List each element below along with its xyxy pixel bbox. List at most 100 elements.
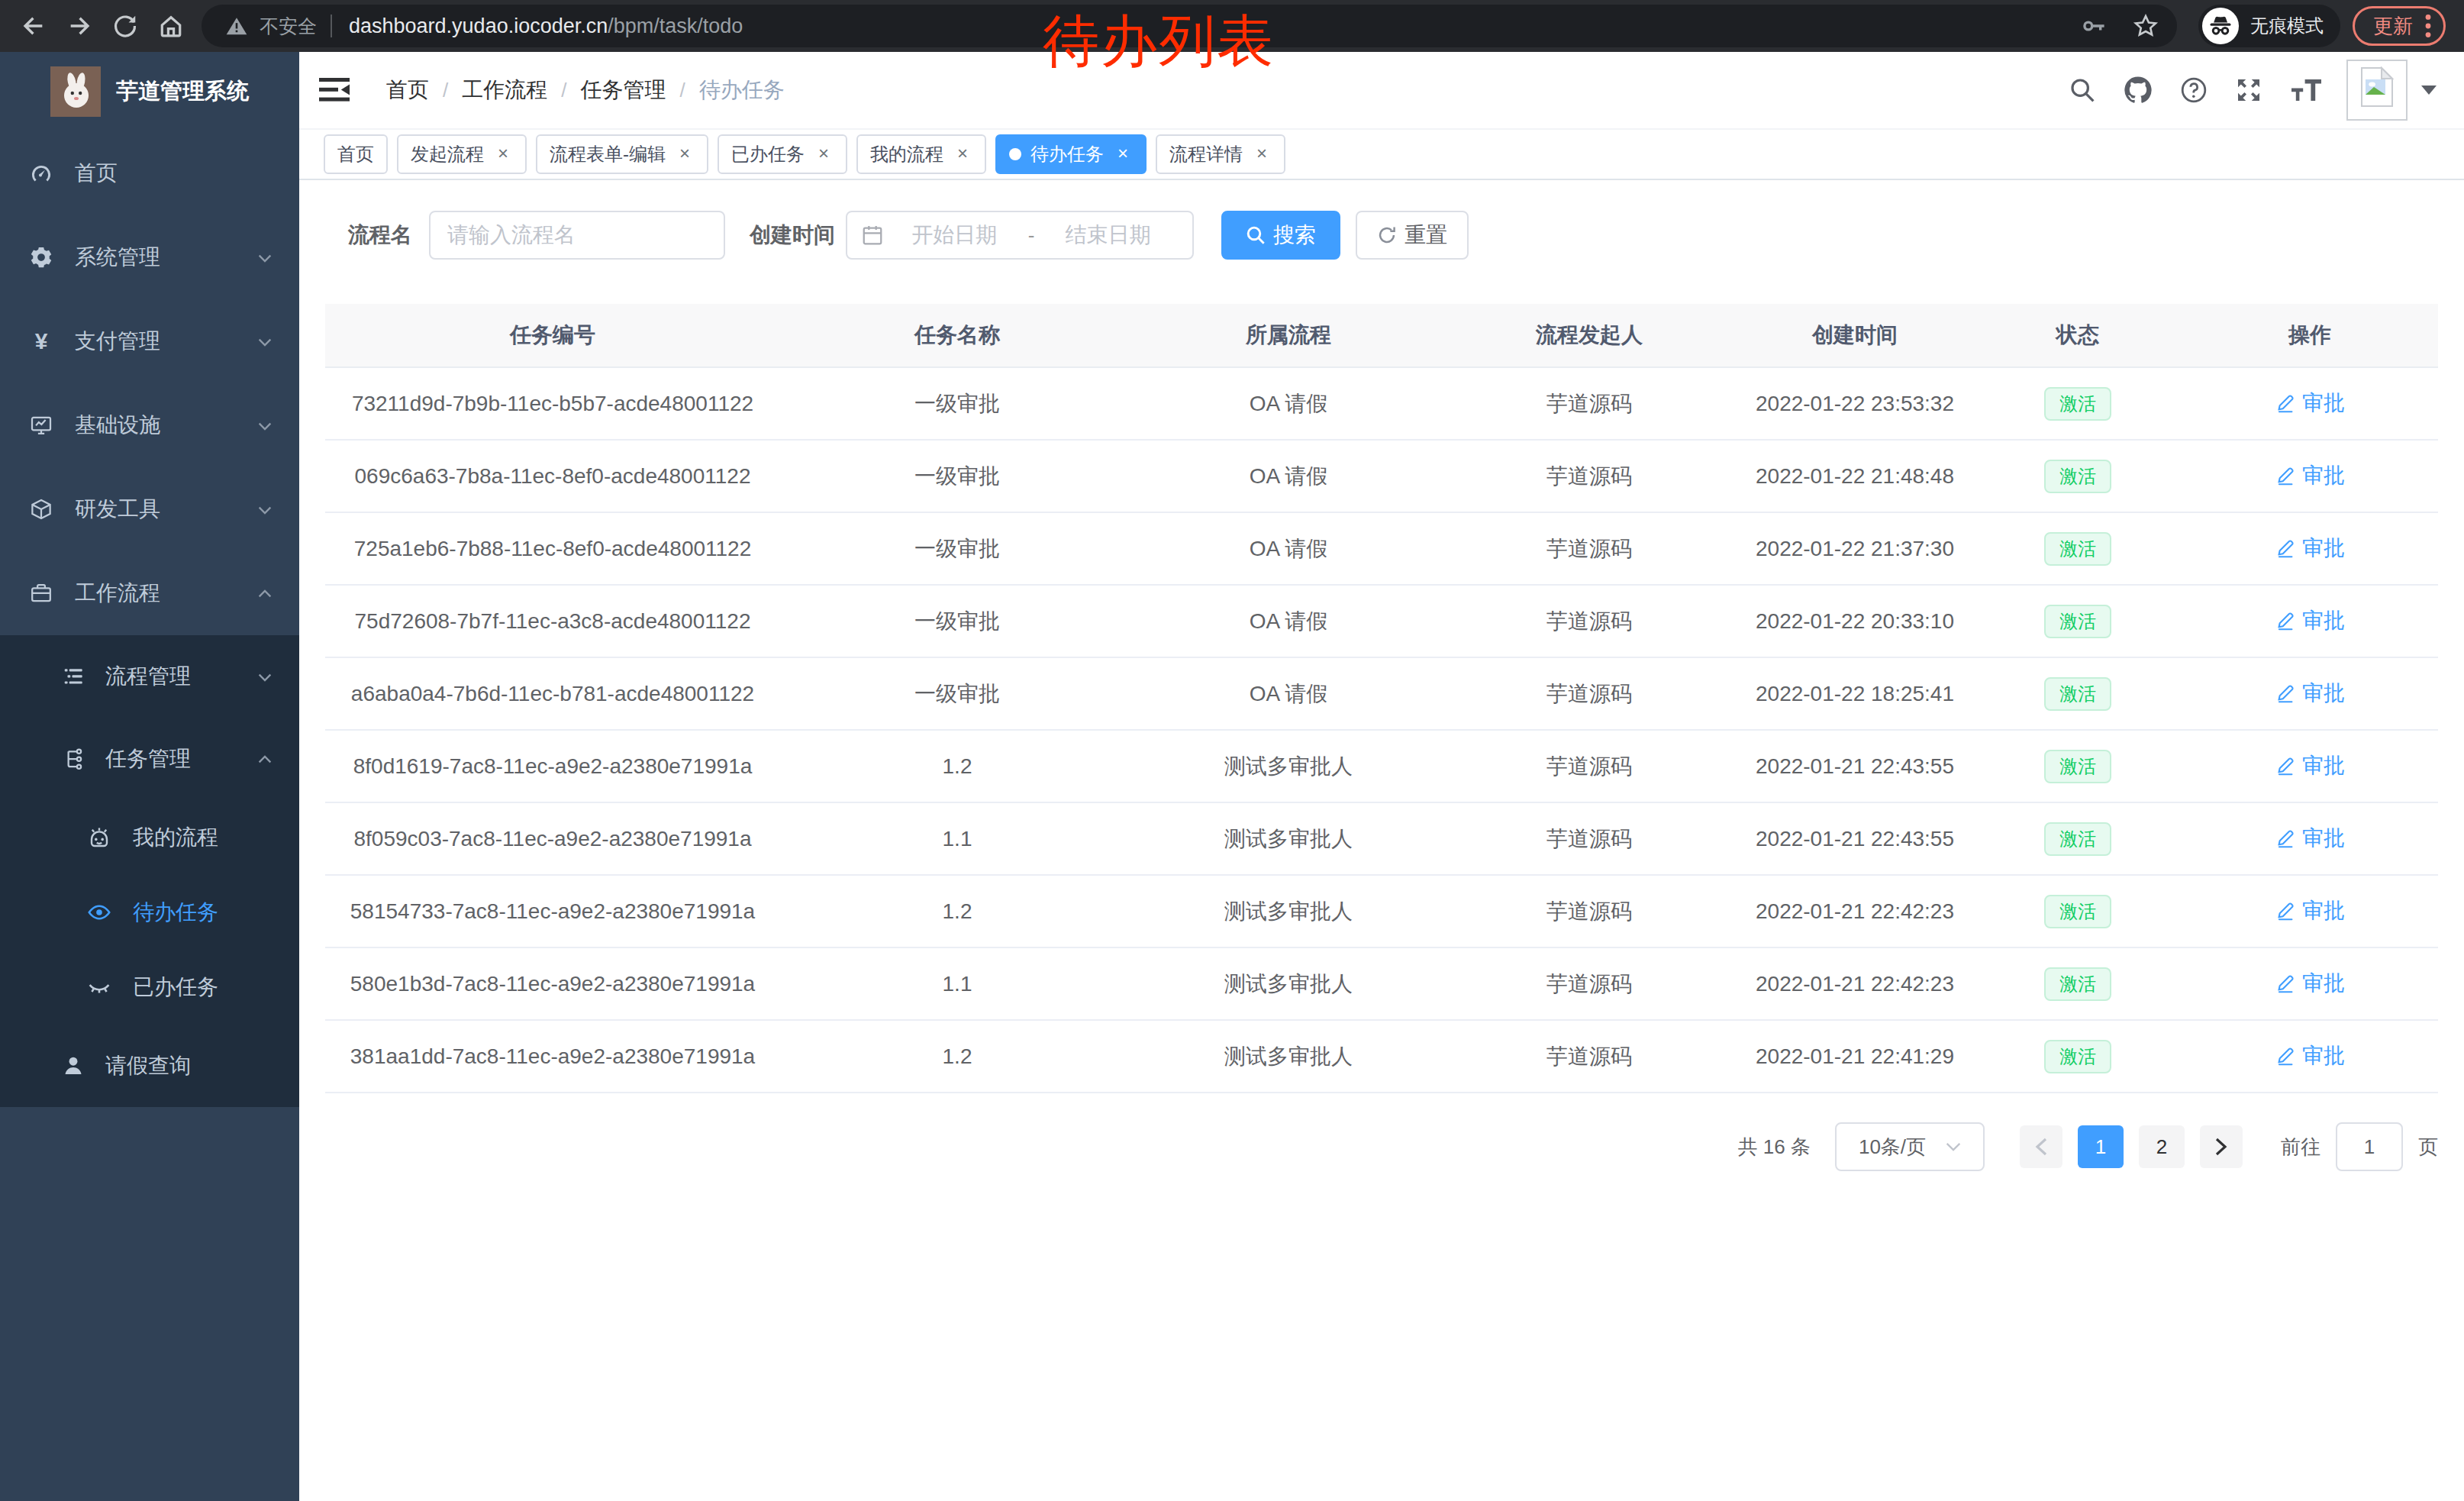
approve-link[interactable]: 审批: [2275, 679, 2345, 708]
cell-starter: 芋道源码: [1443, 752, 1736, 781]
table-row: 381aa1dd-7ac8-11ec-a9e2-a2380e71991a1.2测…: [325, 1021, 2438, 1093]
home-button[interactable]: [150, 5, 192, 47]
tab-流程详情[interactable]: 流程详情×: [1156, 134, 1285, 174]
approve-link[interactable]: 审批: [2275, 606, 2345, 635]
avatar[interactable]: [2346, 60, 2408, 121]
forward-button[interactable]: [58, 5, 101, 47]
tab-我的流程[interactable]: 我的流程×: [856, 134, 986, 174]
process-name-input[interactable]: 请输入流程名: [429, 211, 725, 260]
sidebar-collapse-button[interactable]: [318, 75, 351, 105]
cell-time: 2022-01-21 22:42:23: [1736, 972, 1974, 996]
status-badge: 激活: [2044, 387, 2111, 421]
github-icon[interactable]: [2124, 76, 2153, 105]
password-key-icon[interactable]: [2081, 13, 2107, 39]
cell-action: 审批: [2182, 896, 2438, 927]
reload-button[interactable]: [104, 5, 147, 47]
app-logo[interactable]: 芋道管理系统: [0, 52, 299, 131]
update-label: 更新: [2373, 13, 2413, 40]
browser-window: 不安全 dashboard.yudao.iocoder.cn/bpm/task/…: [0, 0, 2464, 1501]
search-icon[interactable]: [2069, 76, 2096, 104]
chevron-down-icon: [256, 502, 273, 518]
cell-process: 测试多审批人: [1134, 1042, 1443, 1071]
incognito-icon: [2201, 7, 2240, 45]
breadcrumb-item[interactable]: 工作流程: [462, 76, 547, 105]
prev-page-button[interactable]: [2020, 1125, 2062, 1168]
sidebar-item-process-mgmt[interactable]: 流程管理: [0, 635, 299, 718]
breadcrumb-item[interactable]: 任务管理: [580, 76, 666, 105]
status-badge: 激活: [2044, 460, 2111, 493]
sidebar-item-workflow[interactable]: 工作流程: [0, 551, 299, 635]
approve-link[interactable]: 审批: [2275, 896, 2345, 925]
approve-link[interactable]: 审批: [2275, 969, 2345, 998]
update-button[interactable]: 更新: [2353, 6, 2446, 46]
cell-name: 一级审批: [780, 462, 1134, 491]
tab-已办任务[interactable]: 已办任务×: [718, 134, 847, 174]
date-range-picker[interactable]: 开始日期 - 结束日期: [846, 211, 1194, 260]
approve-label: 审批: [2302, 389, 2345, 418]
goto-page-input[interactable]: 1: [2336, 1122, 2403, 1171]
avatar-caret-icon[interactable]: [2421, 86, 2437, 95]
cell-name: 一级审批: [780, 389, 1134, 418]
fullscreen-icon[interactable]: [2235, 76, 2262, 104]
approve-link[interactable]: 审批: [2275, 824, 2345, 853]
sidebar-item-system[interactable]: 系统管理: [0, 215, 299, 299]
cell-action: 审批: [2182, 679, 2438, 709]
sidebar-item-task-mgmt[interactable]: 任务管理: [0, 718, 299, 800]
tab-close-icon[interactable]: ×: [493, 144, 513, 164]
tab-close-icon[interactable]: ×: [953, 144, 972, 164]
approve-link[interactable]: 审批: [2275, 751, 2345, 780]
reset-icon: [1377, 225, 1397, 245]
tab-close-icon[interactable]: ×: [1113, 144, 1133, 164]
approve-link[interactable]: 审批: [2275, 1041, 2345, 1070]
omnibox-divider: [331, 15, 332, 37]
sidebar-item-todo-task[interactable]: 待办任务: [0, 875, 299, 950]
cell-process: 测试多审批人: [1134, 825, 1443, 854]
sidebar-item-label: 基础设施: [75, 411, 160, 440]
sidebar-item-my-process[interactable]: 我的流程: [0, 800, 299, 875]
browser-menu-icon[interactable]: [2425, 14, 2431, 38]
cell-time: 2022-01-21 22:43:55: [1736, 754, 1974, 779]
font-size-icon[interactable]: [2290, 77, 2322, 103]
status-badge: 激活: [2044, 532, 2111, 566]
sidebar-item-label: 工作流程: [75, 579, 160, 608]
approve-link[interactable]: 审批: [2275, 389, 2345, 418]
date-start-placeholder: 开始日期: [884, 221, 1025, 250]
tab-close-icon[interactable]: ×: [1252, 144, 1272, 164]
hamburger-icon: [319, 76, 350, 104]
cell-status: 激活: [1974, 967, 2182, 1001]
cell-time: 2022-01-21 22:42:23: [1736, 899, 1974, 924]
broken-image-icon: [2359, 66, 2395, 108]
search-button[interactable]: 搜索: [1221, 211, 1340, 260]
tab-close-icon[interactable]: ×: [814, 144, 834, 164]
tab-待办任务[interactable]: 待办任务×: [995, 134, 1147, 174]
cell-status: 激活: [1974, 750, 2182, 783]
page-size-select[interactable]: 10条/页: [1835, 1122, 1985, 1171]
tab-发起流程[interactable]: 发起流程×: [397, 134, 527, 174]
cell-starter: 芋道源码: [1443, 897, 1736, 926]
page-button-2[interactable]: 2: [2139, 1125, 2185, 1168]
help-icon[interactable]: [2180, 76, 2208, 104]
tab-流程表单-编辑[interactable]: 流程表单-编辑×: [536, 134, 708, 174]
sidebar-menu: 首页系统管理¥支付管理基础设施研发工具工作流程流程管理任务管理我的流程待办任务已…: [0, 131, 299, 1107]
next-page-button[interactable]: [2200, 1125, 2243, 1168]
sidebar-item-leave-query[interactable]: 请假查询: [0, 1025, 299, 1107]
cell-id: 580e1b3d-7ac8-11ec-a9e2-a2380e71991a: [325, 972, 780, 996]
page-button-1[interactable]: 1: [2078, 1125, 2124, 1168]
cell-name: 1.1: [780, 972, 1134, 996]
approve-link[interactable]: 审批: [2275, 461, 2345, 490]
approve-link[interactable]: 审批: [2275, 534, 2345, 563]
bookmark-star-icon[interactable]: [2133, 13, 2159, 39]
tab-close-icon[interactable]: ×: [675, 144, 695, 164]
breadcrumb-item[interactable]: 首页: [386, 76, 429, 105]
sidebar-item-done-task[interactable]: 已办任务: [0, 950, 299, 1025]
chevron-down-icon: [256, 250, 273, 266]
sidebar-item-label: 我的流程: [133, 823, 218, 852]
cell-id: 381aa1dd-7ac8-11ec-a9e2-a2380e71991a: [325, 1044, 780, 1069]
sidebar-item-devtools[interactable]: 研发工具: [0, 467, 299, 551]
reset-button[interactable]: 重置: [1356, 211, 1469, 260]
sidebar-item-payment[interactable]: ¥支付管理: [0, 299, 299, 383]
tab-首页[interactable]: 首页: [324, 134, 388, 174]
sidebar-item-home[interactable]: 首页: [0, 131, 299, 215]
back-button[interactable]: [12, 5, 55, 47]
sidebar-item-infra[interactable]: 基础设施: [0, 383, 299, 467]
